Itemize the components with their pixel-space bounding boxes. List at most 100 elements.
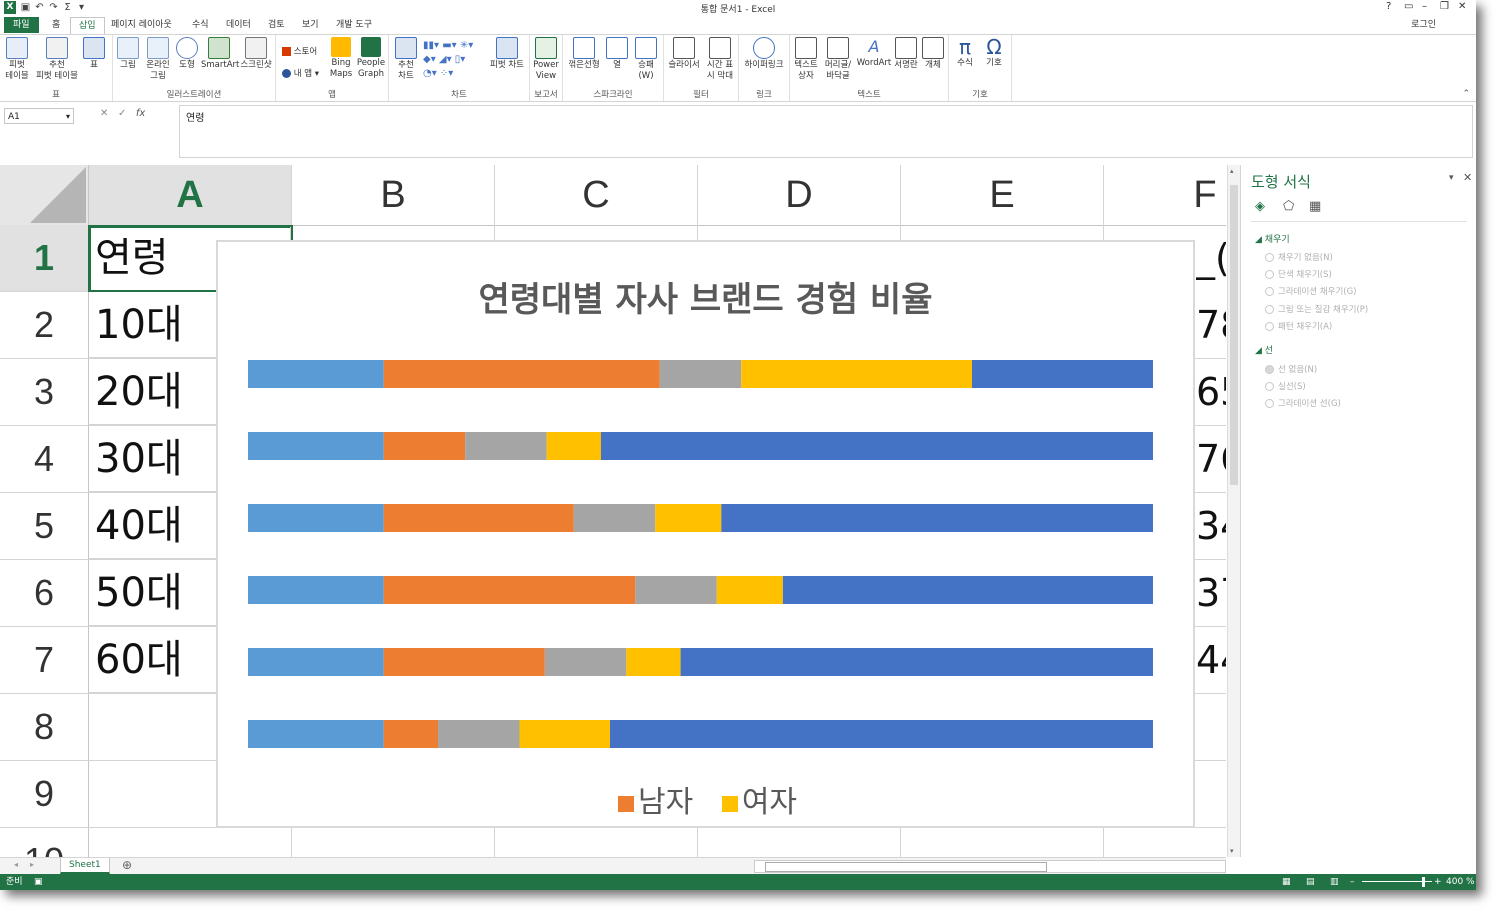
add-sheet-button[interactable]: ⊕ bbox=[122, 858, 132, 872]
fill-option-pattern[interactable]: 패턴 채우기(A) bbox=[1265, 320, 1332, 332]
bar-segment-cat2-series3[interactable] bbox=[465, 432, 547, 460]
timeline-button[interactable]: 시간 표 시 막대 bbox=[704, 37, 736, 82]
cell-f2[interactable]: 78 bbox=[1196, 292, 1226, 358]
column-header-a[interactable]: A bbox=[89, 165, 292, 228]
restore-icon[interactable]: ❐ bbox=[1440, 1, 1449, 12]
bar-segment-cat5-series2[interactable] bbox=[383, 648, 545, 676]
cell-f3[interactable]: 65 bbox=[1196, 359, 1226, 425]
row-header-8[interactable]: 8 bbox=[0, 694, 89, 761]
bar-segment-cat5-series1[interactable] bbox=[248, 648, 384, 676]
bar-segment-cat6-series4[interactable] bbox=[519, 720, 611, 748]
chart-legend[interactable]: 남자 여자 bbox=[618, 777, 797, 821]
horizontal-scrollbar[interactable] bbox=[754, 860, 1226, 873]
my-apps-button[interactable]: 내 앱 ▾ bbox=[282, 67, 319, 79]
column-header-d[interactable]: D bbox=[698, 165, 901, 226]
scroll-up-icon[interactable]: ▴ bbox=[1230, 167, 1234, 175]
online-picture-button[interactable]: 온라인 그림 bbox=[143, 37, 173, 82]
select-all-button[interactable] bbox=[0, 165, 89, 226]
sparkline-line-button[interactable]: 꺾은선형 bbox=[565, 37, 603, 71]
prev-sheet-icon[interactable]: ◂ bbox=[14, 860, 18, 869]
slicer-button[interactable]: 슬라이서 bbox=[666, 37, 702, 71]
picture-button[interactable]: 그림 bbox=[115, 37, 141, 71]
textbox-button[interactable]: 텍스트 상자 bbox=[792, 37, 820, 82]
bar-segment-cat2-series2[interactable] bbox=[383, 432, 466, 460]
column-header-c[interactable]: C bbox=[495, 165, 698, 226]
bar-segment-cat1-series5[interactable] bbox=[972, 360, 1153, 388]
bar-segment-cat3-series1[interactable] bbox=[248, 504, 384, 532]
cell-f5[interactable]: 34 bbox=[1196, 493, 1226, 559]
help-button[interactable]: ? bbox=[1386, 1, 1391, 12]
recommended-chart-button[interactable]: 추천 차트 bbox=[393, 37, 419, 82]
row-header-6[interactable]: 6 bbox=[0, 560, 89, 627]
line-option-solid[interactable]: 실선(S) bbox=[1265, 380, 1306, 392]
recommended-pivot-button[interactable]: 추천 피벗 테이블 bbox=[34, 37, 80, 82]
row-header-3[interactable]: 3 bbox=[0, 359, 89, 426]
cell-f1[interactable]: _( bbox=[1196, 225, 1226, 291]
people-graph-button[interactable]: People Graph bbox=[356, 37, 386, 80]
effects-icon[interactable]: ⬠ bbox=[1283, 199, 1294, 214]
row-header-4[interactable]: 4 bbox=[0, 426, 89, 493]
cell-f7[interactable]: 44 bbox=[1196, 627, 1226, 693]
macro-record-icon[interactable]: ▣ bbox=[34, 874, 43, 890]
bar-segment-cat2-series4[interactable] bbox=[546, 432, 601, 460]
bar-segment-cat4-series1[interactable] bbox=[248, 576, 384, 604]
fill-line-icon[interactable]: ◈ bbox=[1255, 199, 1265, 214]
row-header-2[interactable]: 2 bbox=[0, 292, 89, 359]
row-header-7[interactable]: 7 bbox=[0, 627, 89, 694]
row-header-9[interactable]: 9 bbox=[0, 761, 89, 828]
cancel-icon[interactable]: ✕ bbox=[100, 108, 108, 119]
fill-option-solid[interactable]: 단색 채우기(S) bbox=[1265, 268, 1332, 280]
size-properties-icon[interactable]: ▦ bbox=[1309, 199, 1321, 214]
bing-maps-button[interactable]: Bing Maps bbox=[328, 37, 354, 80]
cell-f6[interactable]: 37 bbox=[1196, 560, 1226, 626]
fill-option-picture[interactable]: 그림 또는 질감 채우기(P) bbox=[1265, 303, 1368, 315]
table-button[interactable]: 표 bbox=[82, 37, 106, 71]
collapse-ribbon-icon[interactable]: ⌃ bbox=[1462, 89, 1470, 99]
next-sheet-icon[interactable]: ▸ bbox=[30, 860, 34, 869]
close-icon[interactable]: ✕ bbox=[1458, 1, 1466, 12]
pivot-table-button[interactable]: 피벗 테이블 bbox=[2, 37, 32, 82]
row-header-5[interactable]: 5 bbox=[0, 493, 89, 560]
zoom-in-icon[interactable]: + bbox=[1434, 874, 1442, 890]
ribbon-options-icon[interactable]: ▭ bbox=[1404, 1, 1413, 12]
bar-segment-cat1-series1[interactable] bbox=[248, 360, 384, 388]
fill-option-none[interactable]: 채우기 없음(N) bbox=[1265, 251, 1333, 263]
row-header-1[interactable]: 1 bbox=[0, 225, 91, 292]
object-button[interactable]: 개체 bbox=[920, 37, 946, 71]
vertical-scrollbar[interactable]: ▴ ▾ bbox=[1227, 165, 1240, 857]
zoom-slider-thumb[interactable] bbox=[1422, 877, 1425, 887]
bar-segment-cat6-series2[interactable] bbox=[383, 720, 439, 748]
tab-page-layout[interactable]: 페이지 레이아웃 bbox=[103, 17, 180, 33]
zoom-level[interactable]: 400 % bbox=[1446, 874, 1475, 890]
tab-data[interactable]: 데이터 bbox=[218, 17, 259, 33]
sparkline-winloss-button[interactable]: 승패 (W) bbox=[633, 37, 659, 82]
minimize-icon[interactable]: – bbox=[1422, 1, 1427, 12]
bar-segment-cat6-series5[interactable] bbox=[610, 720, 1153, 748]
bar-segment-cat5-series4[interactable] bbox=[626, 648, 681, 676]
normal-view-icon[interactable]: ▦ bbox=[1282, 874, 1291, 890]
bar-segment-cat4-series4[interactable] bbox=[716, 576, 783, 604]
power-view-button[interactable]: Power View bbox=[532, 37, 560, 82]
bar-segment-cat6-series3[interactable] bbox=[438, 720, 520, 748]
fill-section-header[interactable]: ◢ 채우기 bbox=[1255, 232, 1290, 245]
line-option-none[interactable]: 선 없음(N) bbox=[1265, 363, 1317, 375]
screenshot-button[interactable]: 스크린샷 bbox=[239, 37, 273, 71]
bar-segment-cat3-series4[interactable] bbox=[655, 504, 722, 532]
insert-function-button[interactable]: fx bbox=[136, 108, 145, 119]
scroll-down-icon[interactable]: ▾ bbox=[1230, 847, 1234, 855]
row-header-10[interactable]: 10 bbox=[0, 828, 89, 857]
column-header-b[interactable]: B bbox=[292, 165, 495, 226]
tab-review[interactable]: 검토 bbox=[260, 17, 293, 33]
bar-segment-cat1-series3[interactable] bbox=[659, 360, 742, 388]
panel-close-icon[interactable]: ✕ bbox=[1463, 171, 1472, 184]
bar-segment-cat3-series5[interactable] bbox=[721, 504, 1153, 532]
bar-segment-cat4-series2[interactable] bbox=[383, 576, 636, 604]
smartart-button[interactable]: SmartArt bbox=[201, 37, 239, 71]
wordart-button[interactable]: A WordArt bbox=[856, 37, 892, 69]
panel-options-icon[interactable]: ▾ bbox=[1449, 173, 1454, 183]
bar-segment-cat6-series1[interactable] bbox=[248, 720, 384, 748]
column-header-f[interactable]: F bbox=[1104, 165, 1226, 226]
bar-segment-cat5-series5[interactable] bbox=[680, 648, 1153, 676]
vertical-scroll-thumb[interactable] bbox=[1230, 185, 1238, 485]
tab-developer[interactable]: 개발 도구 bbox=[328, 17, 380, 33]
